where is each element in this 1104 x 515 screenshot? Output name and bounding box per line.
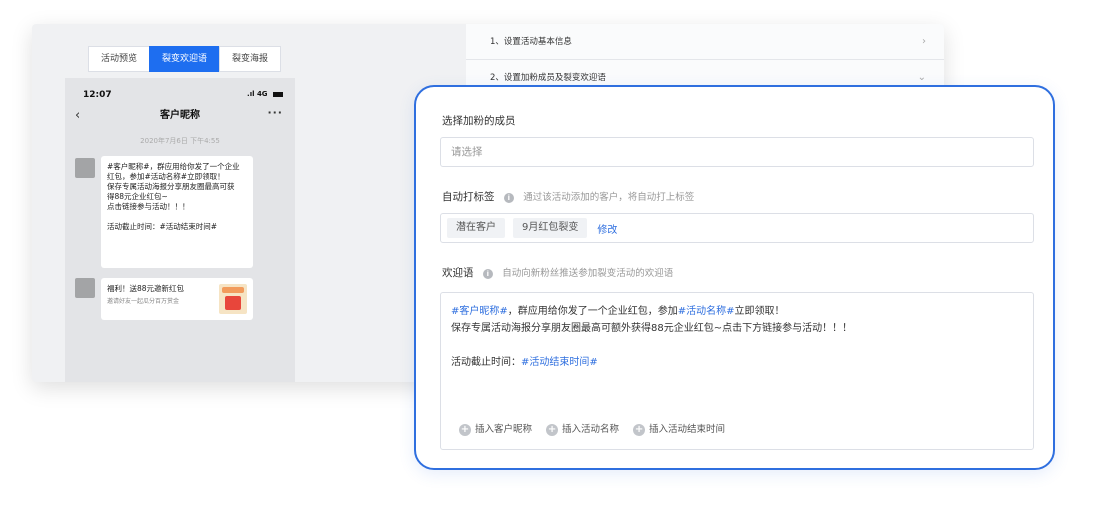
welcome-label-row: 欢迎语 i 自动向新粉丝推送参加裂变活动的欢迎语 — [442, 265, 673, 280]
edit-tags-link[interactable]: 修改 — [597, 221, 617, 236]
message-bubble: #客户昵称#，群应用给你发了一个企业 红包，参加#活动名称#立即领取！ 保存专属… — [101, 156, 253, 268]
tab-welcome-message[interactable]: 裂变欢迎语 — [149, 46, 221, 72]
card-subtitle: 邀请好友一起瓜分百万赏金 — [107, 298, 180, 305]
message-line: 活动截止时间：#活动结束时间# — [107, 222, 218, 231]
editor-line: #客户昵称#，群应用给你发了一个企业红包，参加#活动名称#立即领取！ — [451, 303, 1023, 320]
message-line — [107, 212, 247, 222]
tags-field: 潜在客户 9月红包裂变 修改 — [440, 213, 1034, 243]
card-title: 福利！送88元邀新红包 — [107, 284, 185, 293]
insert-button-label: 插入活动名称 — [562, 424, 620, 435]
editor-text: ，群应用给你发了一个企业红包，参加 — [507, 306, 678, 317]
step-basic-info[interactable]: 1、设置活动基本信息 › — [466, 24, 944, 60]
auto-tag-label: 自动打标签 — [442, 191, 495, 203]
welcome-hint: 自动向新粉丝推送参加裂变活动的欢迎语 — [502, 268, 674, 279]
variable-activity-end-time: #活动结束时间# — [521, 357, 598, 368]
plus-circle-icon: + — [546, 423, 559, 436]
insert-activity-end-time-button[interactable]: + 插入活动结束时间 — [633, 421, 725, 438]
info-icon: i — [482, 269, 493, 279]
plus-circle-icon: + — [633, 423, 646, 436]
tab-poster[interactable]: 裂变海报 — [219, 46, 282, 72]
message-line: 红包，参加#活动名称#立即领取！ — [107, 172, 225, 181]
info-icon: i — [503, 193, 514, 203]
insert-button-label: 插入客户昵称 — [475, 424, 533, 435]
insert-customer-nickname-button[interactable]: + 插入客户昵称 — [459, 421, 532, 438]
battery-icon — [273, 91, 283, 97]
editor-line: 活动截止时间：#活动结束时间# — [451, 354, 1023, 371]
tag-chip: 9月红包裂变 — [513, 218, 588, 238]
insert-button-label: 插入活动结束时间 — [649, 424, 726, 435]
phone-status-bar: 12:07 .ıl 4G — [83, 90, 283, 104]
welcome-settings-panel: 选择加粉的成员 请选择 自动打标签 i 通过该活动添加的客户，将自动打上标签 潜… — [414, 85, 1055, 470]
message-line: 保存专属活动海报分享朋友圈最高可获 — [107, 182, 235, 191]
member-select[interactable]: 请选择 — [440, 137, 1034, 167]
message-line: 点击链接参与活动！！！ — [107, 202, 190, 211]
step-label: 1、设置活动基本信息 — [490, 37, 572, 47]
member-label: 选择加粉的成员 — [442, 115, 516, 127]
editor-line: 保存专属活动海报分享朋友圈最高可额外获得88元企业红包~点击下方链接参与活动！！… — [451, 323, 853, 334]
signal-icon: .ıl — [247, 90, 255, 98]
chat-date: 2020年7月6日 下午4:55 — [140, 137, 220, 145]
welcome-message-editor[interactable]: #客户昵称#，群应用给你发了一个企业红包，参加#活动名称#立即领取！ 保存专属活… — [440, 292, 1034, 450]
message-line: 得88元企业红包~ — [107, 192, 168, 201]
auto-tag-label-row: 自动打标签 i 通过该活动添加的客户，将自动打上标签 — [442, 189, 694, 204]
red-packet-icon — [219, 284, 247, 314]
more-icon[interactable]: ··· — [267, 106, 283, 119]
message-line: #客户昵称#，群应用给你发了一个企业 — [107, 162, 240, 171]
welcome-label: 欢迎语 — [442, 267, 474, 279]
link-card-bubble[interactable]: 福利！送88元邀新红包 邀请好友一起瓜分百万赏金 — [101, 278, 253, 320]
phone-signal: .ıl 4G — [247, 90, 283, 98]
chevron-right-icon: › — [922, 36, 926, 47]
editor-blank-line — [451, 337, 1023, 354]
preview-tabs: 活动预览 裂变欢迎语 裂变海报 — [88, 46, 282, 72]
plus-circle-icon: + — [459, 423, 471, 436]
tag-chip: 潜在客户 — [447, 218, 505, 238]
editor-text: 活动截止时间： — [451, 357, 521, 368]
chat-title: 客户昵称 — [160, 110, 200, 121]
editor-text: 立即领取！ — [734, 306, 785, 317]
phone-preview: 12:07 .ıl 4G ‹ 客户昵称 ··· 2020年7月6日 下午4:55… — [65, 78, 295, 382]
tab-activity-preview[interactable]: 活动预览 — [88, 46, 151, 72]
phone-time: 12:07 — [83, 90, 112, 100]
auto-tag-hint: 通过该活动添加的客户，将自动打上标签 — [523, 192, 695, 203]
step-label: 2、设置加粉成员及裂变欢迎语 — [490, 73, 606, 83]
insert-variable-toolbar: + 插入客户昵称 + 插入活动名称 + 插入活动结束时间 — [459, 421, 739, 438]
avatar — [75, 158, 95, 178]
insert-activity-name-button[interactable]: + 插入活动名称 — [546, 421, 619, 438]
variable-activity-name: #活动名称# — [677, 306, 735, 317]
network-label: 4G — [256, 90, 268, 98]
avatar — [75, 278, 95, 298]
variable-customer-nickname: #客户昵称# — [451, 306, 508, 317]
